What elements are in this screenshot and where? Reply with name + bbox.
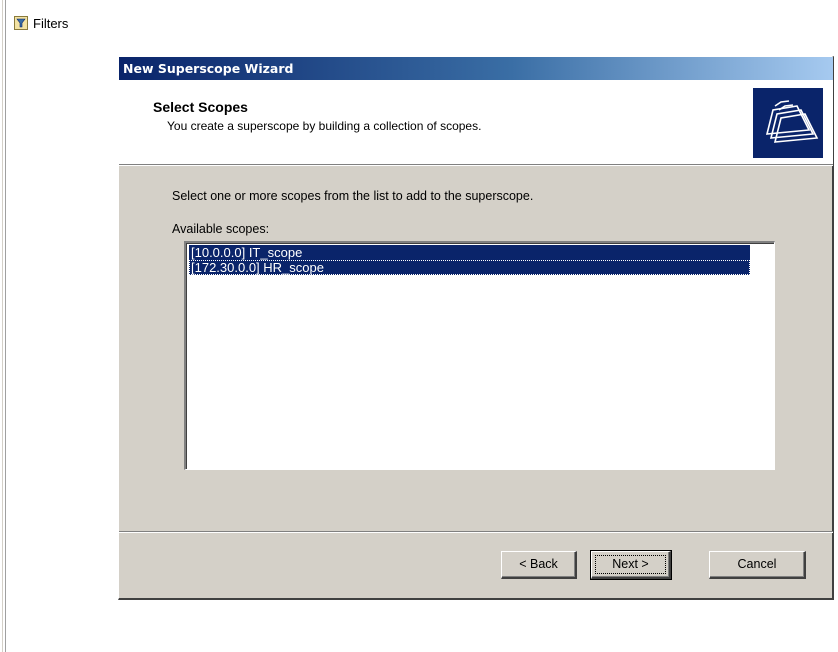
filter-funnel-icon bbox=[14, 16, 28, 30]
button-separator-highlight bbox=[119, 532, 833, 533]
scope-item-hr[interactable]: [172.30.0.0] HR_scope bbox=[189, 260, 750, 275]
tree-node-filters[interactable]: Filters bbox=[14, 14, 68, 32]
next-button-label: Next > bbox=[612, 557, 649, 571]
new-superscope-wizard-dialog: New Superscope Wizard Select Scopes You … bbox=[118, 56, 834, 600]
wizard-header: Select Scopes You create a superscope by… bbox=[119, 80, 833, 165]
dialog-title: New Superscope Wizard bbox=[123, 61, 294, 76]
back-button-label: < Back bbox=[519, 557, 558, 571]
page-subtitle: You create a superscope by building a co… bbox=[167, 119, 482, 133]
page-title: Select Scopes bbox=[153, 99, 248, 115]
scope-item-it[interactable]: [10.0.0.0] IT_scope bbox=[189, 245, 750, 260]
folders-stack-icon bbox=[753, 88, 823, 158]
back-button[interactable]: < Back bbox=[501, 551, 577, 579]
instruction-text: Select one or more scopes from the list … bbox=[172, 189, 534, 203]
cancel-button[interactable]: Cancel bbox=[709, 551, 806, 579]
dialog-title-bar[interactable]: New Superscope Wizard bbox=[119, 57, 833, 80]
available-scopes-list[interactable]: [10.0.0.0] IT_scope [172.30.0.0] HR_scop… bbox=[184, 241, 775, 470]
available-scopes-label: Available scopes: bbox=[172, 222, 270, 236]
filters-label: Filters bbox=[33, 15, 69, 31]
tree-pane-edge-line bbox=[2, 0, 3, 652]
header-divider bbox=[119, 165, 833, 166]
next-button[interactable]: Next > bbox=[590, 550, 672, 580]
cancel-button-label: Cancel bbox=[737, 557, 777, 571]
tree-pane-edge bbox=[0, 0, 6, 652]
